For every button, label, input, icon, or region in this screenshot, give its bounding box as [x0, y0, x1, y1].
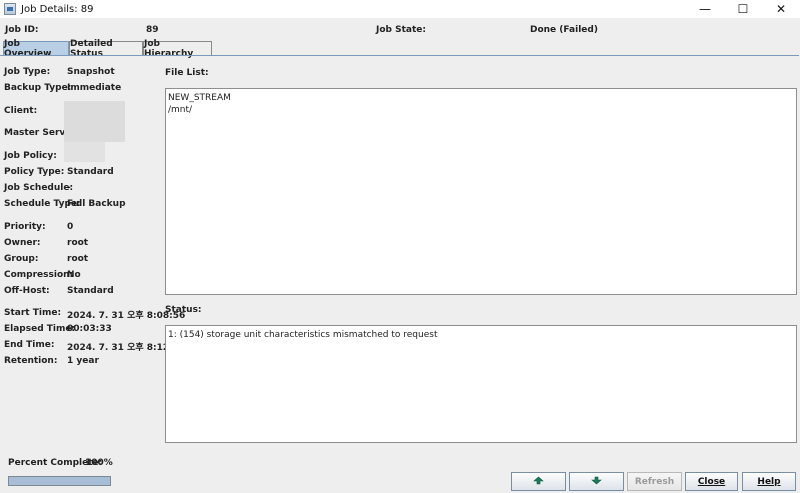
- job-schedule-value: -: [67, 183, 71, 193]
- redacted-block: [64, 142, 105, 162]
- policy-type-label: Policy Type:: [4, 167, 65, 177]
- progress-fill: [9, 477, 110, 485]
- refresh-button-label: Refresh: [634, 476, 675, 487]
- owner-value: root: [67, 238, 89, 248]
- title-bar: Job Details: 89 — ☐ ✕: [0, 0, 800, 18]
- off-host-value: Standard: [67, 286, 114, 296]
- close-button[interactable]: Close: [685, 472, 738, 491]
- retention-label: Retention:: [4, 356, 58, 366]
- redacted-block: [64, 101, 125, 142]
- job-type-value: Snapshot: [67, 67, 115, 77]
- backup-type-value: Immediate: [67, 83, 122, 93]
- status-line: 1: (154) storage unit characteristics mi…: [168, 330, 438, 340]
- move-down-button[interactable]: [569, 472, 624, 491]
- elapsed-time-value: 00:03:33: [67, 324, 112, 334]
- file-list-label: File List:: [165, 68, 209, 78]
- tab-job-hierarchy[interactable]: Job Hierarchy: [143, 39, 212, 59]
- job-id-label: Job ID:: [5, 25, 39, 35]
- job-policy-label: Job Policy:: [4, 151, 57, 161]
- retention-value: 1 year: [67, 356, 99, 366]
- job-type-label: Job Type:: [4, 67, 51, 77]
- compression-label: Compression:: [4, 270, 74, 280]
- job-id-value: 89: [146, 25, 159, 35]
- help-button-label: Help: [757, 476, 781, 487]
- tab-detailed-status[interactable]: Detailed Status: [69, 39, 143, 59]
- schedule-type-value: Full Backup: [67, 199, 126, 209]
- maximize-icon[interactable]: ☐: [724, 0, 762, 18]
- file-list-line: NEW_STREAM: [168, 93, 231, 103]
- start-time-label: Start Time:: [4, 308, 62, 318]
- help-button[interactable]: Help: [742, 472, 796, 491]
- compression-value: No: [67, 270, 81, 280]
- priority-value: 0: [67, 222, 74, 232]
- minimize-icon[interactable]: —: [686, 0, 724, 18]
- job-state-value: Done (Failed): [530, 25, 598, 35]
- client-label: Client:: [4, 106, 38, 116]
- priority-label: Priority:: [4, 222, 46, 232]
- end-time-label: End Time:: [4, 340, 55, 350]
- window-title: Job Details: 89: [21, 3, 94, 15]
- close-button-label: Close: [697, 476, 726, 487]
- job-state-label: Job State:: [376, 25, 426, 35]
- progress-bar: [8, 476, 111, 486]
- file-list-box[interactable]: NEW_STREAM /mnt/: [165, 88, 797, 295]
- window-controls: — ☐ ✕: [686, 0, 800, 18]
- close-window-icon[interactable]: ✕: [762, 0, 800, 18]
- refresh-button[interactable]: Refresh: [627, 472, 682, 491]
- job-schedule-label: Job Schedule:: [4, 183, 74, 193]
- status-box[interactable]: 1: (154) storage unit characteristics mi…: [165, 325, 797, 443]
- app-icon: [4, 3, 16, 15]
- arrow-down-icon: [591, 476, 602, 488]
- off-host-label: Off-Host:: [4, 286, 50, 296]
- backup-type-label: Backup Type:: [4, 83, 72, 93]
- percent-complete-value: 100%: [85, 458, 113, 468]
- tab-job-overview[interactable]: Job Overview: [3, 39, 69, 59]
- status-label: Status:: [165, 305, 202, 315]
- file-list-line: /mnt/: [168, 105, 193, 115]
- policy-type-value: Standard: [67, 167, 114, 177]
- group-value: root: [67, 254, 89, 264]
- elapsed-time-label: Elapsed Time:: [4, 324, 76, 334]
- group-label: Group:: [4, 254, 39, 264]
- move-up-button[interactable]: [511, 472, 566, 491]
- arrow-up-icon: [533, 476, 544, 488]
- owner-label: Owner:: [4, 238, 41, 248]
